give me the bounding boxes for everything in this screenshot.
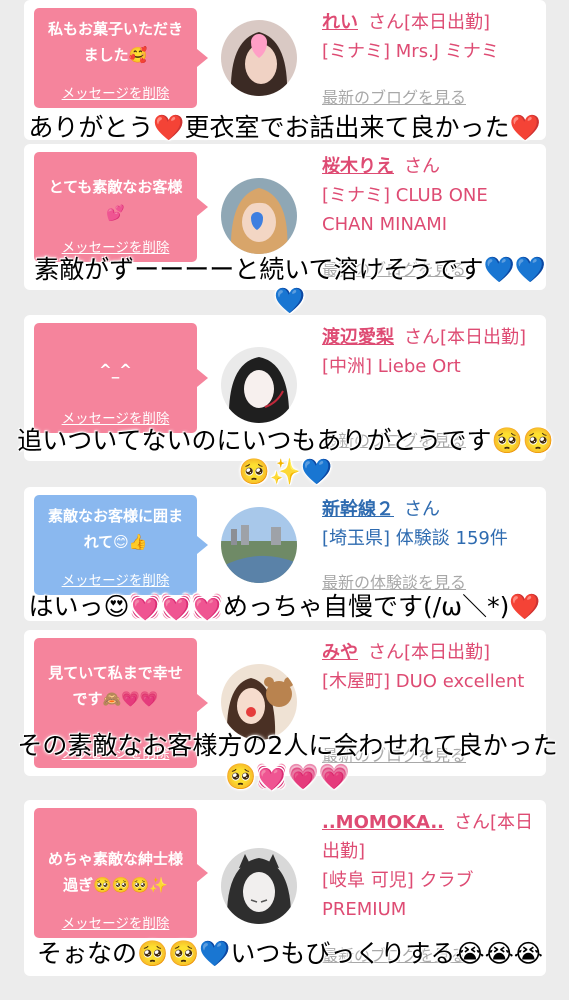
cast-status: さん [404, 499, 440, 520]
delete-message-link[interactable]: メッセージを削除 [34, 569, 197, 589]
cast-status: さん[本日出勤] [368, 642, 491, 663]
caption-overlay: その素敵なお客様方の2人に会わせれて良かった🥺💓💗💗 [17, 731, 558, 791]
latest-blog-link[interactable]: 最新のブログを見る [322, 84, 466, 108]
shop-label: [埼玉県] 体験談 159件 [322, 528, 508, 549]
caption-overlay: 追いついてないのにいつもありがとうです🥺🥺🥺✨💙 [17, 426, 554, 486]
cast-info: 渡辺愛梨 さん[本日出勤] [中洲] Liebe Ort [322, 323, 537, 381]
avatar[interactable] [221, 664, 297, 740]
cast-name-link[interactable]: 新幹線２ [322, 499, 394, 520]
caption-overlay: ありがとう❤️更衣室でお話出来て良かった❤️ [28, 113, 541, 142]
cast-info: ..MOMOKA.. さん[本日出勤] [岐阜 可児] クラブ PREMIUM [322, 808, 537, 924]
delete-message-link[interactable]: メッセージを削除 [34, 912, 197, 932]
avatar[interactable] [221, 20, 297, 96]
avatar[interactable] [221, 848, 297, 924]
shop-label: [ミナミ] CLUB ONE CHAN MINAMI [322, 185, 488, 235]
caption-overlay: そぉなの🥺🥺💙いつもびっくりする😭😭😭 [36, 939, 544, 968]
shop-label: [木屋町] DUO excellent [322, 671, 525, 692]
message-bubble: めちゃ素敵な紳士様過ぎ🥺🥺🥺✨ メッセージを削除 [34, 808, 208, 938]
message-bubble: ^_^ メッセージを削除 [34, 323, 208, 433]
shop-label: [中洲] Liebe Ort [322, 356, 461, 377]
cast-info: 新幹線２ さん [埼玉県] 体験談 159件 [322, 495, 537, 553]
cast-name-link[interactable]: みや [322, 642, 358, 663]
avatar[interactable] [221, 347, 297, 423]
cast-name-link[interactable]: れい [322, 12, 358, 33]
message-bubble: 素敵なお客様に囲まれて😊👍 メッセージを削除 [34, 495, 208, 595]
delete-message-link[interactable]: メッセージを削除 [34, 407, 197, 427]
cast-name-link[interactable]: 渡辺愛梨 [322, 327, 394, 348]
shop-label: [ミナミ] Mrs.J ミナミ [322, 41, 499, 62]
cast-info: みや さん[本日出勤] [木屋町] DUO excellent [322, 638, 537, 696]
latest-experience-link[interactable]: 最新の体験談を見る [322, 569, 466, 593]
message-text: 私もお菓子いただきました🥰 [47, 20, 183, 64]
message-text: めちゃ素敵な紳士様過ぎ🥺🥺🥺✨ [47, 850, 183, 894]
message-text: とても素敵なお客様💕 [48, 178, 183, 222]
cast-info: れい さん[本日出勤] [ミナミ] Mrs.J ミナミ [322, 8, 537, 66]
delete-message-link[interactable]: メッセージを削除 [34, 236, 197, 256]
delete-message-link[interactable]: メッセージを削除 [34, 82, 197, 102]
cast-status: さん [404, 156, 440, 177]
message-bubble: とても素敵なお客様💕 メッセージを削除 [34, 152, 208, 262]
cast-name-link[interactable]: ..MOMOKA.. [322, 812, 444, 833]
cast-info: 桜木りえ さん [ミナミ] CLUB ONE CHAN MINAMI [322, 152, 537, 239]
avatar[interactable] [221, 507, 297, 583]
message-bubble: 私もお菓子いただきました🥰 メッセージを削除 [34, 8, 208, 108]
caption-overlay: はいっ😍💓💓💓めっちゃ自慢です(/ω＼*)❤️ [28, 592, 541, 621]
avatar[interactable] [221, 178, 297, 254]
cast-status: さん[本日出勤] [404, 327, 527, 348]
shop-label: [岐阜 可児] クラブ PREMIUM [322, 870, 474, 920]
cast-status: さん[本日出勤] [368, 12, 491, 33]
caption-overlay: 素敵がずーーーーと続いて溶けそうです💙💙💙 [34, 255, 546, 315]
message-text: 素敵なお客様に囲まれて😊👍 [47, 507, 183, 551]
cast-name-link[interactable]: 桜木りえ [322, 156, 394, 177]
message-text: 見ていて私まで幸せです🙈💗💗 [48, 664, 183, 708]
message-text: ^_^ [99, 361, 132, 379]
